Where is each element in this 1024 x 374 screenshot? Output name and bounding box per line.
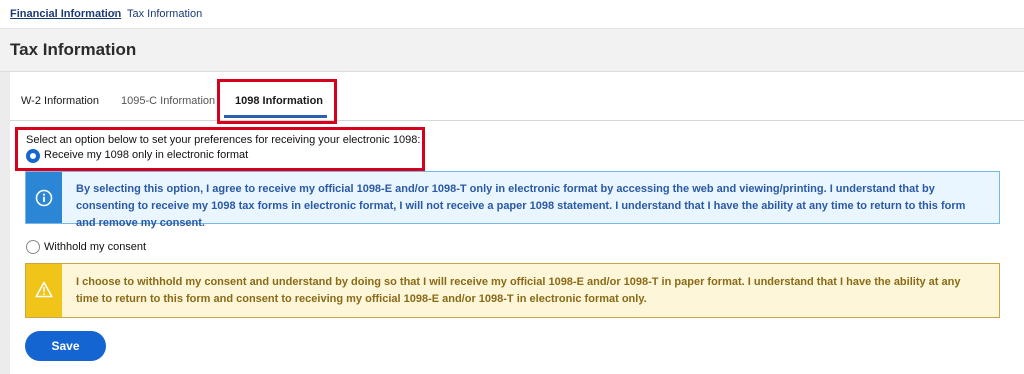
info-icon xyxy=(35,189,53,212)
breadcrumb-separator: • xyxy=(113,7,117,19)
page-header: Tax Information xyxy=(0,29,1024,72)
tab-1095c-information[interactable]: 1095-C Information xyxy=(121,95,215,107)
warning-alert-text: I choose to withhold my consent and unde… xyxy=(76,276,961,305)
warning-alert: I choose to withhold my consent and unde… xyxy=(25,263,1000,318)
breadcrumb-link-financial-information[interactable]: Financial Information xyxy=(10,8,121,20)
highlight-box-tab xyxy=(217,79,337,124)
save-button[interactable]: Save xyxy=(25,331,106,361)
breadcrumb-current: Tax Information xyxy=(127,8,203,20)
radio-withhold-consent[interactable] xyxy=(26,240,40,254)
info-alert-text: By selecting this option, I agree to rec… xyxy=(76,183,966,229)
radio-label-withhold-consent[interactable]: Withhold my consent xyxy=(44,241,146,253)
highlight-box-option xyxy=(15,127,425,171)
tabs-divider xyxy=(10,120,1024,121)
page-title: Tax Information xyxy=(10,40,137,59)
info-alert: By selecting this option, I agree to rec… xyxy=(25,171,1000,229)
warning-icon xyxy=(35,281,53,303)
tab-w2-information[interactable]: W-2 Information xyxy=(21,95,99,107)
breadcrumb: Financial Information • Tax Information xyxy=(0,0,1024,29)
